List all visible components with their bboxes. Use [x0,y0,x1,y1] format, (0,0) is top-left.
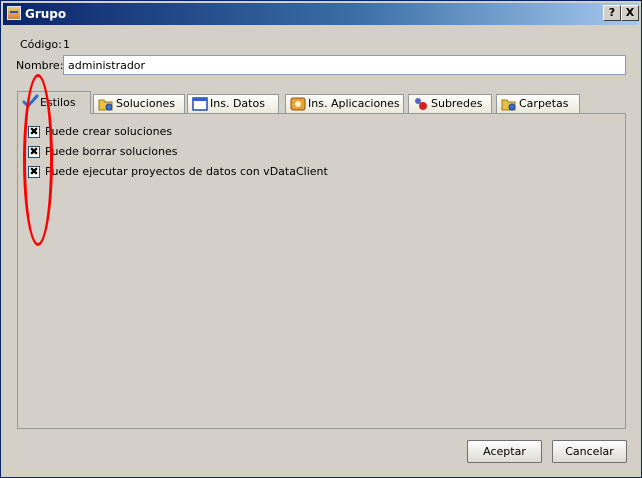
data-window-icon [192,97,208,111]
close-button[interactable]: X [621,5,639,21]
checkmark-icon [22,94,39,108]
tab-soluciones[interactable]: Soluciones [93,94,185,113]
solutions-icon [98,97,114,111]
accept-button[interactable]: Aceptar [467,440,542,463]
tab-label: Carpetas [519,97,569,110]
permission-label: Puede crear soluciones [45,125,173,138]
network-icon [413,97,429,111]
applications-icon [290,97,306,111]
tab-strip: Estilos Soluciones Ins. Datos Ins. Aplic… [17,91,627,114]
tab-ins-aplicaciones[interactable]: Ins. Aplicaciones [285,94,404,113]
window-title: Grupo [25,7,67,21]
checkbox-checked[interactable]: ✖ [28,166,40,178]
permission-label: Puede borrar soluciones [45,145,178,158]
name-label: Nombre: [16,59,64,72]
title-bar[interactable]: Grupo ? X [3,3,639,25]
app-icon [7,6,21,20]
tab-label: Soluciones [116,97,176,110]
tab-label: Subredes [431,97,483,110]
code-label: Código: [20,38,62,51]
code-value: 1 [63,38,70,51]
tab-carpetas[interactable]: Carpetas [496,94,580,113]
dialog-window: Grupo ? X Código: 1 Nombre: Estilos Solu… [0,0,642,478]
tab-estilos[interactable]: Estilos [17,91,91,114]
permission-label: Puede ejecutar proyectos de datos con vD… [45,165,328,178]
tab-label: Ins. Datos [210,97,265,110]
tab-label: Ins. Aplicaciones [308,97,400,110]
tab-label: Estilos [40,96,76,109]
cancel-button[interactable]: Cancelar [552,440,627,463]
folders-icon [501,97,517,111]
tab-subredes[interactable]: Subredes [408,94,492,113]
checkbox-checked[interactable]: ✖ [28,146,40,158]
tab-ins-datos[interactable]: Ins. Datos [187,94,279,113]
name-input[interactable] [63,55,626,75]
checkbox-checked[interactable]: ✖ [28,126,40,138]
tab-panel-estilos: ✖ Puede crear soluciones ✖ Puede borrar … [17,113,626,429]
help-button[interactable]: ? [603,5,621,21]
